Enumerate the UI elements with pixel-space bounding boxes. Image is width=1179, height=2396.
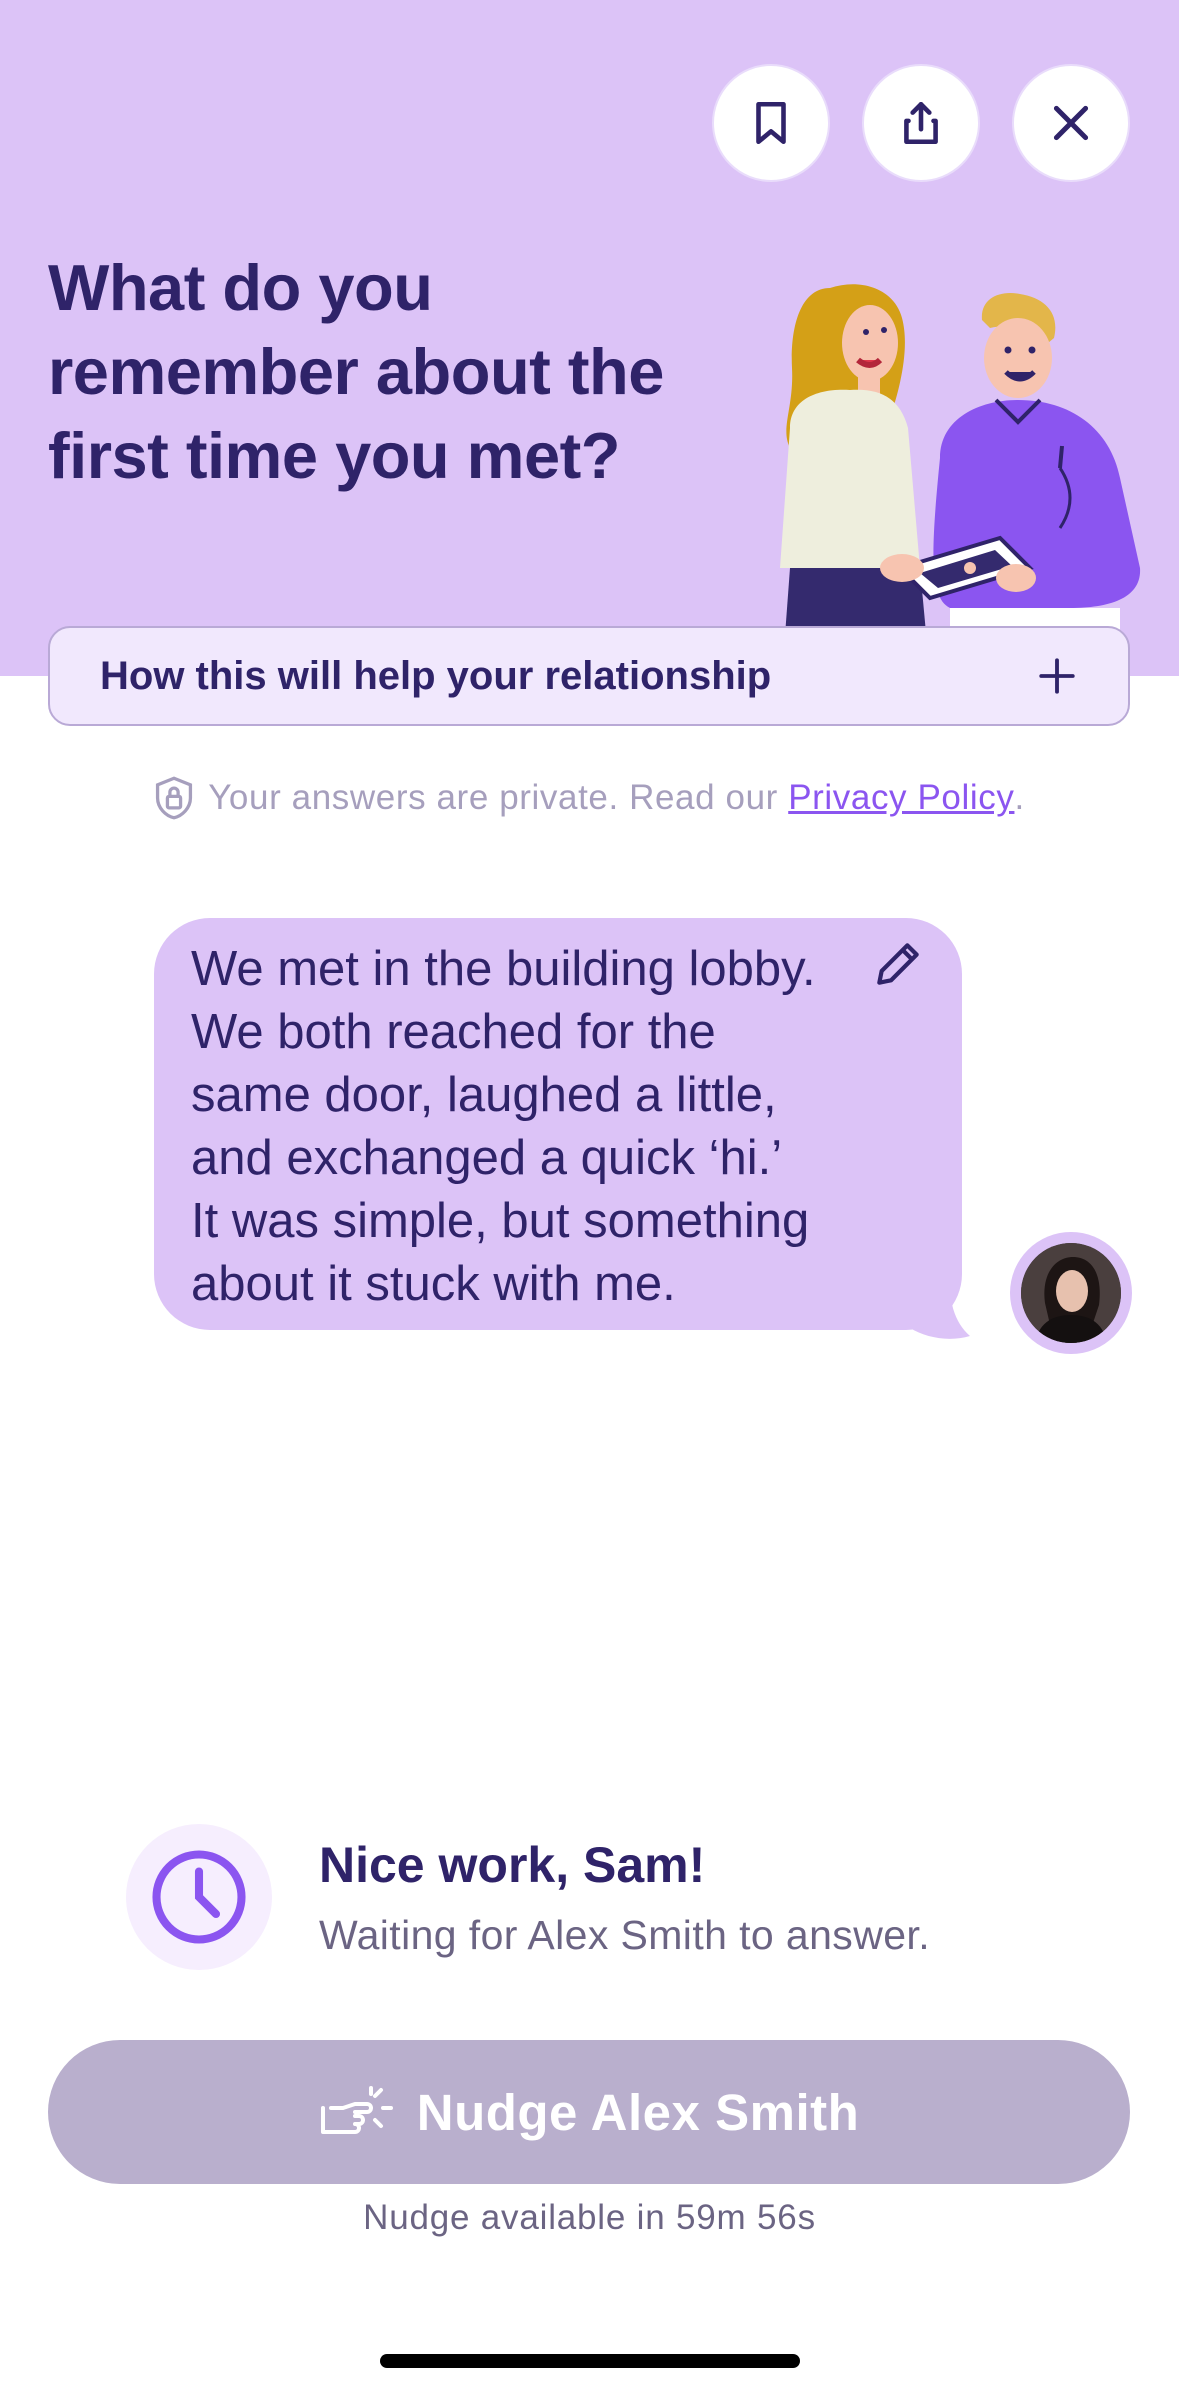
privacy-suffix: . bbox=[1014, 778, 1025, 817]
privacy-policy-link[interactable]: Privacy Policy bbox=[788, 778, 1014, 818]
relationship-help-expander[interactable]: How this will help your relationship bbox=[48, 626, 1130, 726]
bookmark-button[interactable] bbox=[712, 64, 830, 182]
status-title: Nice work, Sam! bbox=[319, 1837, 706, 1893]
close-button[interactable] bbox=[1012, 64, 1130, 182]
user-avatar bbox=[1010, 1232, 1132, 1354]
privacy-notice: Your answers are private. Read our Priva… bbox=[0, 770, 1179, 826]
close-icon bbox=[1053, 105, 1089, 141]
share-icon bbox=[904, 101, 938, 145]
shield-lock-icon bbox=[154, 775, 208, 821]
answer-text: We met in the building lobby. We both re… bbox=[191, 942, 816, 1311]
status-subtitle: Waiting for Alex Smith to answer. bbox=[319, 1912, 930, 1958]
nudge-button-label: Nudge Alex Smith bbox=[416, 2083, 860, 2141]
nudge-hand-icon bbox=[320, 2086, 393, 2134]
waiting-status-icon bbox=[126, 1824, 272, 1970]
clock-icon bbox=[152, 1850, 246, 1944]
hero-header: What do you remember about the first tim… bbox=[0, 0, 1179, 676]
pencil-icon[interactable] bbox=[870, 936, 926, 992]
privacy-text: Your answers are private. Read our bbox=[208, 778, 778, 817]
plus-icon bbox=[1036, 655, 1078, 697]
avatar-photo bbox=[1021, 1243, 1121, 1343]
couple-illustration bbox=[780, 284, 1141, 676]
home-indicator[interactable] bbox=[380, 2354, 800, 2368]
nudge-button[interactable]: Nudge Alex Smith bbox=[48, 2040, 1130, 2184]
share-button[interactable] bbox=[862, 64, 980, 182]
bookmark-icon bbox=[756, 101, 786, 145]
help-label: How this will help your relationship bbox=[100, 653, 772, 698]
answer-bubble: We met in the building lobby. We both re… bbox=[154, 918, 962, 1330]
prompt-title: What do you remember about the first tim… bbox=[48, 251, 664, 492]
nudge-availability-note: Nudge available in 59m 56s bbox=[363, 2198, 816, 2237]
